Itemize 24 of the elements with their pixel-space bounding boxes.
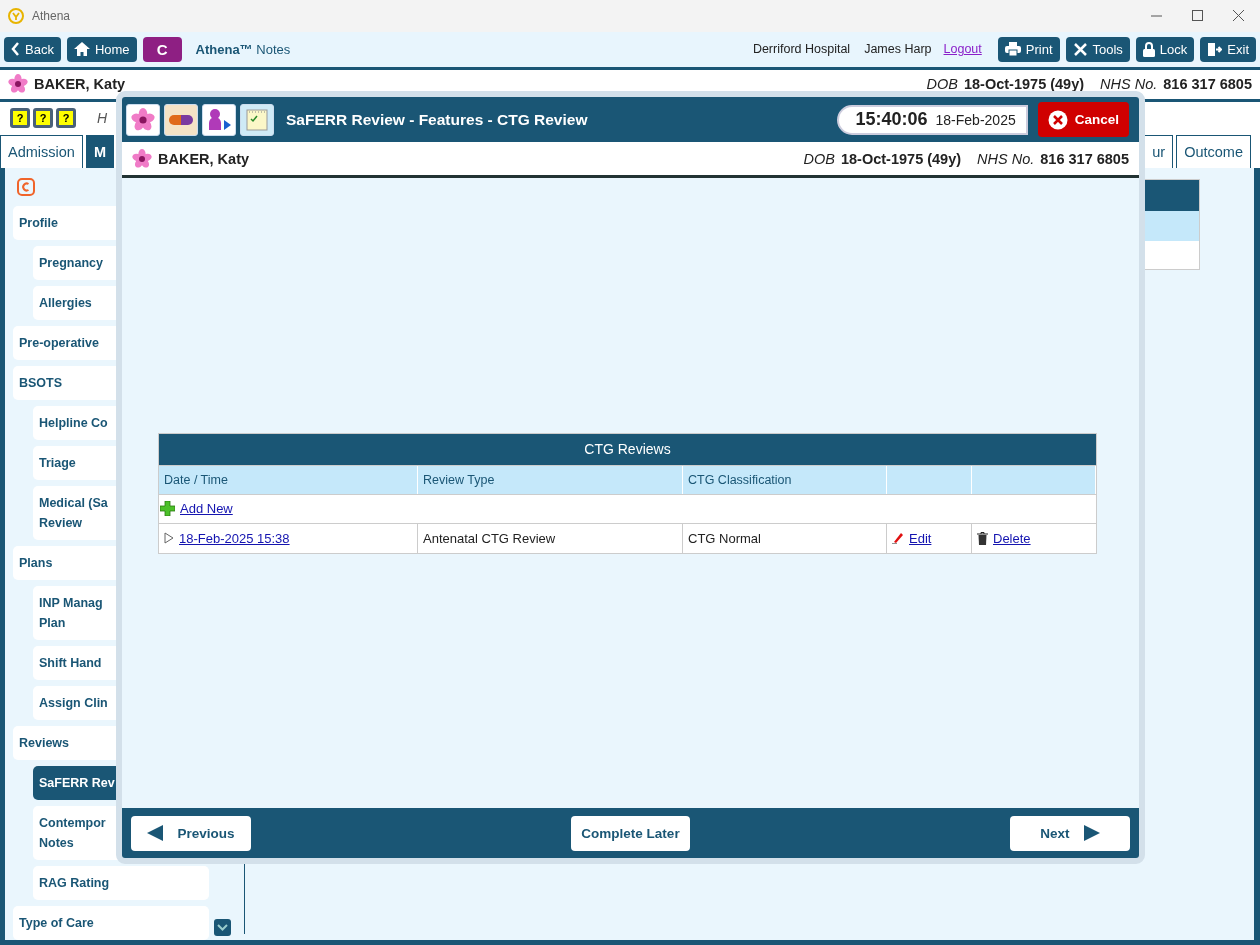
dob-label: DOB bbox=[926, 76, 958, 93]
nhs-value: 816 317 6805 bbox=[1040, 150, 1129, 167]
dialog-title: SaFERR Review - Features - CTG Review bbox=[286, 110, 588, 129]
column-header: Date / Time bbox=[159, 465, 418, 494]
user-name: James Harp bbox=[864, 42, 932, 57]
table-cell: CTG Normal bbox=[683, 523, 887, 553]
dob-label: DOB bbox=[803, 150, 835, 167]
patient-name: BAKER, Katy bbox=[158, 150, 250, 167]
nhs-label: NHS No. bbox=[977, 150, 1035, 167]
patient-name: BAKER, Katy bbox=[34, 76, 126, 93]
clock-time: 15:40:06 bbox=[855, 109, 928, 130]
clock-date: 18-Feb-2025 bbox=[935, 111, 1016, 128]
dob-value: 18-Oct-1975 (49y) bbox=[841, 150, 962, 167]
hospital-name: Derriford Hospital bbox=[752, 42, 851, 57]
dob-value: 18-Oct-1975 (49y) bbox=[964, 76, 1085, 93]
app-name: Athena™ Notes bbox=[195, 41, 291, 57]
nhs-label: NHS No. bbox=[1100, 76, 1158, 93]
column-header: CTG Classification bbox=[683, 465, 887, 494]
table-cell: Antenatal CTG Review bbox=[418, 523, 683, 553]
info-text: H bbox=[97, 110, 108, 127]
column-header: Review Type bbox=[418, 465, 683, 494]
window-title: Athena bbox=[32, 8, 71, 23]
nhs-value: 816 317 6805 bbox=[1163, 76, 1252, 93]
table-title: CTG Reviews bbox=[159, 433, 1096, 465]
